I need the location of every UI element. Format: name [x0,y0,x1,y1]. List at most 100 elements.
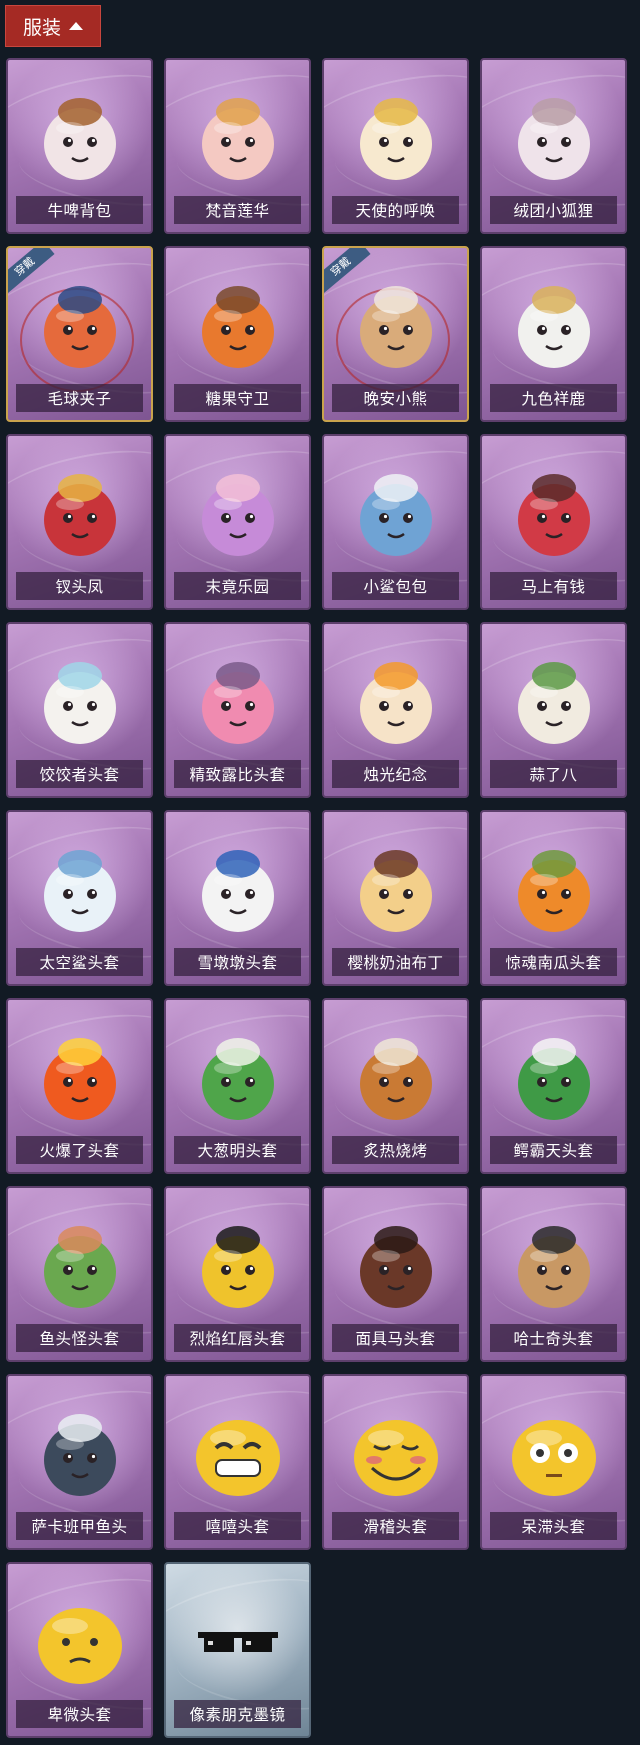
costume-card[interactable]: 像素朋克墨镜 [164,1562,311,1738]
teddy-bear-icon [346,270,446,378]
costume-card[interactable]: 鱼头怪头套 [6,1186,153,1362]
pudding-mask-icon [346,834,446,942]
costume-card[interactable]: 烈焰红唇头套 [164,1186,311,1362]
costume-card[interactable]: 绒团小狐狸 [480,58,627,234]
costume-name: 钗头凤 [16,572,143,600]
costume-card[interactable]: 烛光纪念 [322,622,469,798]
costume-card[interactable]: 马上有钱 [480,434,627,610]
costume-name: 绒团小狐狸 [490,196,617,224]
costume-card[interactable]: 糖果守卫 [164,246,311,422]
costume-name: 烈焰红唇头套 [174,1324,301,1352]
costume-card[interactable]: 太空鲨头套 [6,810,153,986]
pumpkin-guard-icon [188,270,288,378]
costume-name: 惊魂南瓜头套 [490,948,617,976]
cow-beer-barrel-icon [30,82,130,190]
costume-name: 卑微头套 [16,1700,143,1728]
costume-card[interactable]: 蒜了八 [480,622,627,798]
costume-name: 炙热烧烤 [332,1136,459,1164]
costume-name: 火爆了头套 [16,1136,143,1164]
costume-card[interactable]: 雪墩墩头套 [164,810,311,986]
costume-card[interactable]: 鳄霸天头套 [480,998,627,1174]
costume-name: 太空鲨头套 [16,948,143,976]
costume-card[interactable]: 火爆了头套 [6,998,153,1174]
costume-name: 饺饺者头套 [16,760,143,788]
costume-card[interactable]: 梵音莲华 [164,58,311,234]
costume-name: 小鲨包包 [332,572,459,600]
costume-card[interactable]: 穿戴 晚安小熊 [322,246,469,422]
angel-figure-icon [346,82,446,190]
lotus-girl-figure-icon [188,82,288,190]
costume-name: 末竟乐园 [174,572,301,600]
fox-charm-icon [504,82,604,190]
costume-card[interactable]: 惊魂南瓜头套 [480,810,627,986]
costume-name: 鳄霸天头套 [490,1136,617,1164]
costume-name: 晚安小熊 [332,384,459,412]
costume-name: 滑稽头套 [332,1512,459,1540]
yellow-mask-sunglasses-icon [188,1210,288,1318]
costume-card[interactable]: 九色祥鹿 [480,246,627,422]
costume-name: 马上有钱 [490,572,617,600]
costume-name: 九色祥鹿 [490,384,617,412]
costume-name: 雪墩墩头套 [174,948,301,976]
space-shark-mask-icon [30,834,130,942]
costume-name: 蒜了八 [490,760,617,788]
costume-card[interactable]: 钗头凤 [6,434,153,610]
costume-name: 面具马头套 [332,1324,459,1352]
costume-name: 像素朋克墨镜 [174,1700,301,1728]
phoenix-crown-girl-icon [30,458,130,566]
costume-card[interactable]: 滑稽头套 [322,1374,469,1550]
pixel-sunglasses-icon [188,1586,288,1694]
costume-card[interactable]: 呆滞头套 [480,1374,627,1550]
paradise-girl-icon [188,458,288,566]
costume-name: 梵音莲华 [174,196,301,224]
costume-name: 呆滞头套 [490,1512,617,1540]
costume-card[interactable]: 精致露比头套 [164,622,311,798]
costume-card[interactable]: 哈士奇头套 [480,1186,627,1362]
smirk-emoji-mask-icon [346,1398,446,1506]
costume-card[interactable]: 大葱明头套 [164,998,311,1174]
fish-mask-icon [30,1398,130,1506]
costume-card[interactable]: 嘻嘻头套 [164,1374,311,1550]
costume-name: 精致露比头套 [174,760,301,788]
garlic-mask-icon [504,646,604,754]
costume-name: 糖果守卫 [174,384,301,412]
costume-card[interactable]: 萨卡班甲鱼头 [6,1374,153,1550]
husky-mask-icon [504,1210,604,1318]
horse-mask-icon [346,1210,446,1318]
red-horse-icon [504,458,604,566]
costume-card[interactable]: 牛啤背包 [6,58,153,234]
fish-head-mask-icon [30,1210,130,1318]
raccoon-hairclip-icon [30,270,130,378]
costume-name: 嘻嘻头套 [174,1512,301,1540]
deer-charm-icon [504,270,604,378]
costume-name: 毛球夹子 [16,384,143,412]
costume-grid: 牛啤背包 梵音莲华 天使的呼唤 绒团小狐狸穿戴 毛球夹子 糖果守卫 穿戴 晚安小熊 九色祥鹿钗头… [0,0,640,1745]
costume-name: 天使的呼唤 [332,196,459,224]
costume-name: 鱼头怪头套 [16,1324,143,1352]
costume-card[interactable]: 小鲨包包 [322,434,469,610]
fire-mask-icon [30,1022,130,1130]
costume-card[interactable]: 面具马头套 [322,1186,469,1362]
dumpling-mask-icon [30,646,130,754]
costume-card[interactable]: 末竟乐园 [164,434,311,610]
costume-name: 樱桃奶油布丁 [332,948,459,976]
costume-name: 哈士奇头套 [490,1324,617,1352]
costume-name: 大葱明头套 [174,1136,301,1164]
costume-name: 烛光纪念 [332,760,459,788]
dazed-emoji-mask-icon [504,1398,604,1506]
costume-card[interactable]: 天使的呼唤 [322,58,469,234]
costume-card[interactable]: 饺饺者头套 [6,622,153,798]
humble-emoji-mask-icon [30,1586,130,1694]
costume-card[interactable]: 炙热烧烤 [322,998,469,1174]
scallion-mask-icon [188,1022,288,1130]
snowman-mask-icon [188,834,288,942]
pink-beaver-mask-icon [188,646,288,754]
costume-card[interactable]: 穿戴 毛球夹子 [6,246,153,422]
bbq-mask-icon [346,1022,446,1130]
grin-emoji-mask-icon [188,1398,288,1506]
costume-card[interactable]: 樱桃奶油布丁 [322,810,469,986]
pumpkin-mask-icon [504,834,604,942]
costume-name: 牛啤背包 [16,196,143,224]
costume-card[interactable]: 卑微头套 [6,1562,153,1738]
shark-bag-icon [346,458,446,566]
